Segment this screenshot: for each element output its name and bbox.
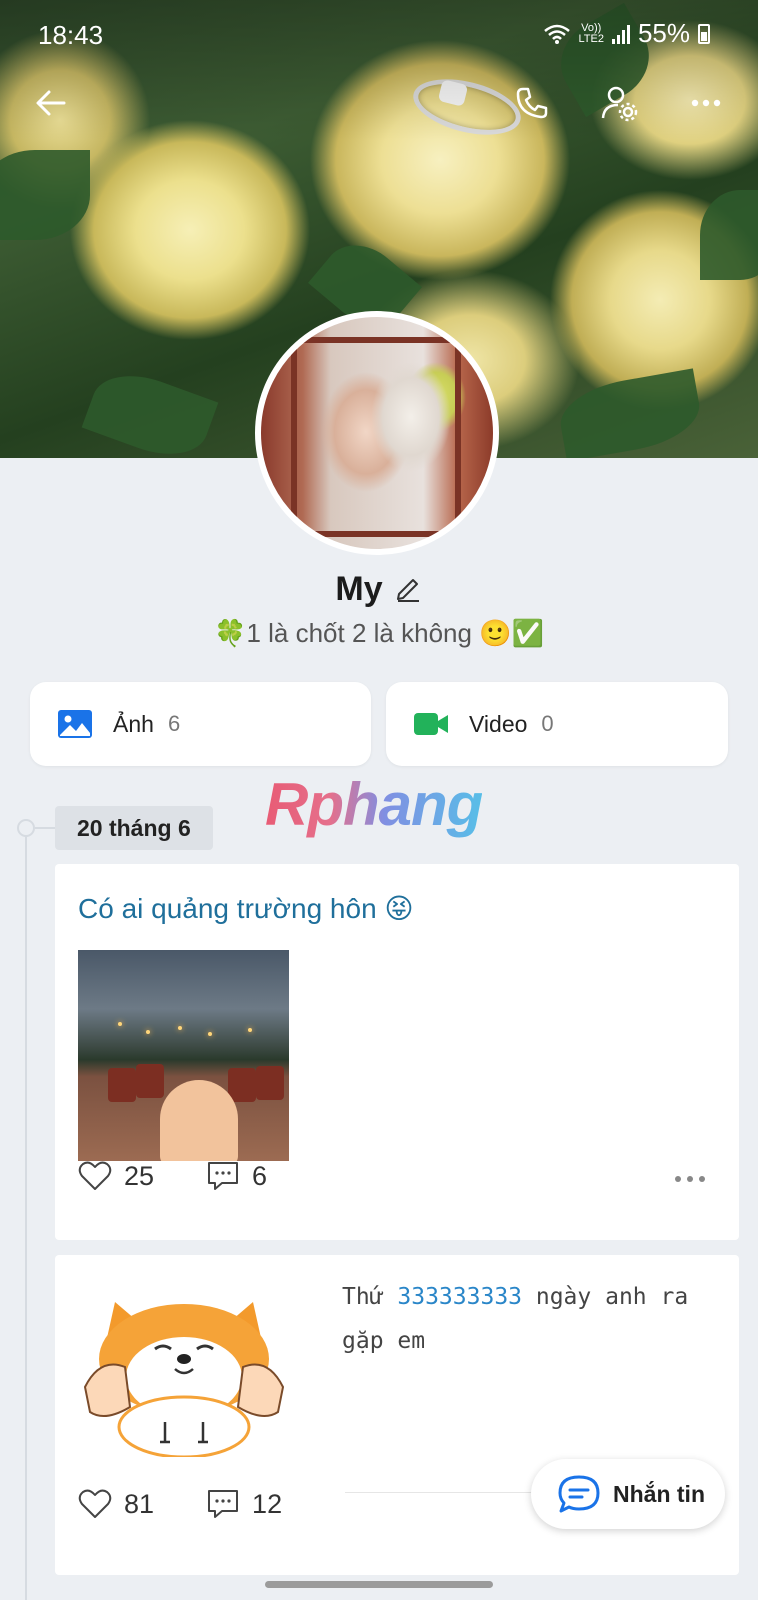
like-button[interactable]: 25 xyxy=(78,1160,154,1192)
avatar[interactable] xyxy=(255,311,499,555)
like-button[interactable]: 81 xyxy=(78,1488,154,1520)
battery-percent: 55% xyxy=(637,18,690,48)
shiba-dog-sticker[interactable] xyxy=(75,1297,293,1457)
heart-icon xyxy=(78,1489,112,1518)
videos-label: Video xyxy=(469,710,528,737)
phone-icon xyxy=(516,87,548,119)
photos-count: 6 xyxy=(167,711,181,736)
timeline-date: 20 tháng 6 xyxy=(55,806,213,850)
more-horizontal-icon xyxy=(691,99,721,107)
post-photo[interactable] xyxy=(78,950,289,1161)
back-button[interactable] xyxy=(26,78,76,128)
comment-icon xyxy=(208,1490,239,1518)
pencil-icon xyxy=(396,579,419,602)
chat-bubble-icon xyxy=(558,1475,600,1513)
heart-icon xyxy=(78,1161,112,1190)
photos-label: Ảnh xyxy=(113,710,154,737)
status-bar: 18:43 Vo)) LTE2 55% xyxy=(0,0,758,70)
timeline-dot xyxy=(17,819,35,837)
call-button[interactable] xyxy=(507,78,557,128)
more-options-button[interactable] xyxy=(681,78,731,128)
profile-page: 18:43 Vo)) LTE2 55% My 🍀1 là chốt 2 là k… xyxy=(0,0,758,1600)
video-icon xyxy=(414,713,448,735)
comment-button[interactable]: 6 xyxy=(206,1160,267,1192)
user-gear-icon xyxy=(601,86,638,122)
arrow-left-icon xyxy=(36,90,66,116)
post-card[interactable]: Có ai quảng trường hôn 😝 25 6 xyxy=(55,864,739,1240)
send-message-button[interactable]: Nhắn tin xyxy=(531,1459,725,1529)
post-actions: 25 6 xyxy=(78,1160,267,1192)
comment-icon xyxy=(208,1162,239,1190)
post-more-button[interactable] xyxy=(673,1171,707,1189)
profile-name-row: My xyxy=(0,570,758,609)
signal-icon xyxy=(611,24,630,44)
comment-count: 12 xyxy=(252,1488,283,1519)
like-count: 81 xyxy=(124,1488,155,1519)
post-caption: Thứ 333333333 ngày anh ra gặp em xyxy=(342,1284,689,1354)
videos-count: 0 xyxy=(541,711,554,736)
profile-settings-button[interactable] xyxy=(594,78,644,128)
timeline-line xyxy=(25,827,27,1600)
videos-card[interactable]: Video 0 xyxy=(386,682,728,766)
wifi-icon xyxy=(544,24,571,44)
like-count: 25 xyxy=(124,1160,155,1191)
home-indicator[interactable] xyxy=(265,1581,493,1588)
top-nav xyxy=(0,78,758,128)
watermark-logo: Rphang xyxy=(265,771,483,838)
post-title: Có ai quảng trường hôn 😝 xyxy=(78,893,414,924)
send-message-label: Nhắn tin xyxy=(613,1480,705,1507)
profile-name: My xyxy=(335,570,383,608)
edit-name-button[interactable] xyxy=(393,572,423,607)
photos-card[interactable]: Ảnh 6 xyxy=(30,682,371,766)
image-icon xyxy=(58,710,92,738)
post-actions: 81 12 xyxy=(78,1488,282,1520)
more-horizontal-icon xyxy=(675,1176,705,1182)
profile-bio: 🍀1 là chốt 2 là không 🙂✅ xyxy=(214,618,544,648)
status-time: 18:43 xyxy=(38,20,104,50)
network-indicator: Vo)) LTE2 xyxy=(578,21,604,45)
comment-count: 6 xyxy=(252,1160,268,1191)
comment-button[interactable]: 12 xyxy=(206,1488,282,1520)
battery-icon xyxy=(698,23,710,44)
